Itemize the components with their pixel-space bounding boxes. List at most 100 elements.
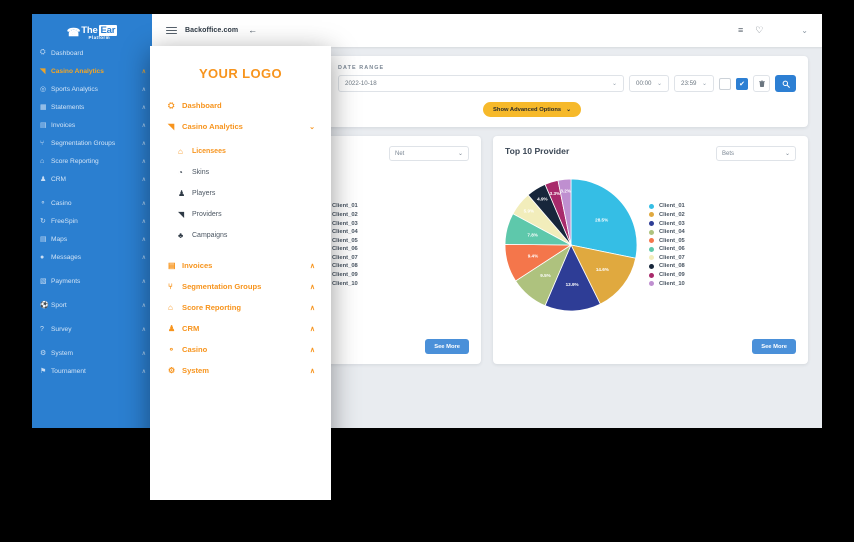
overlay-menu-item-providers[interactable]: ◥ Providers xyxy=(150,204,331,225)
search-button[interactable] xyxy=(775,75,796,92)
overlay-menu-item-casino[interactable]: ⚬ Casino ∧ xyxy=(150,339,331,360)
sidebar-item-label: Maps xyxy=(51,235,68,243)
users-icon: ♟ xyxy=(168,324,176,333)
overlay-menu-item-dashboard[interactable]: ⛭ Dashboard xyxy=(150,95,331,116)
legend-item[interactable]: Client_05 xyxy=(649,238,685,244)
flag-icon: ⚑ xyxy=(40,368,47,375)
sidebar-item-tournament[interactable]: ⚑ Tournament ∧ xyxy=(32,362,152,380)
sidebar-item-label: FreeSpin xyxy=(51,217,78,225)
gift-icon: ♣ xyxy=(178,231,184,240)
overlay-logo: YOUR LOGO xyxy=(198,66,283,81)
back-arrow-icon[interactable]: ← xyxy=(248,26,257,35)
sidebar-item-label: CRM xyxy=(51,175,67,183)
show-advanced-options-button[interactable]: Show Advanced Options ⌄ xyxy=(483,102,581,117)
chevron-down-icon: ⌄ xyxy=(656,81,662,87)
sidebar-nav-list: ⛭ Dashboard ◥ Casino Analytics ∧ ◎ Sports Anal… xyxy=(32,44,152,380)
legend-item[interactable]: Client_01 xyxy=(649,203,685,209)
chevron-up-icon: ∧ xyxy=(141,278,146,285)
legend-label: Client_05 xyxy=(659,237,685,244)
chevron-icon: ∧ xyxy=(309,346,315,354)
sidebar-item-dashboard[interactable]: ⛭ Dashboard xyxy=(32,44,152,62)
legend-item[interactable]: Client_04 xyxy=(649,229,685,235)
overlay-menu-item-label: Casino Analytics xyxy=(182,122,243,131)
sidebar-item-label: Casino Analytics xyxy=(51,67,104,75)
overlay-menu-item-system[interactable]: ⚙ System ∧ xyxy=(150,360,331,381)
legend-item[interactable]: Client_06 xyxy=(649,246,685,252)
sidebar-item-survey[interactable]: ? Survey ∧ xyxy=(32,320,152,338)
overlay-menu-item-crm[interactable]: ♟ CRM ∧ xyxy=(150,318,331,339)
chevron-up-icon: ∧ xyxy=(141,326,146,333)
overlay-menu-item-licensees[interactable]: ⌂ Licensees xyxy=(150,141,331,162)
sidebar-item-statements[interactable]: ▦ Statements ∧ xyxy=(32,98,152,116)
sidebar-item-casino-analytics[interactable]: ◥ Casino Analytics ∧ xyxy=(32,62,152,80)
top-bar: Backoffice.com ← ≡ ♡ ⌄ xyxy=(152,14,822,47)
chart-metric-select[interactable]: Bets ⌄ xyxy=(716,146,796,161)
sidebar-item-label: Segmentation Groups xyxy=(51,139,116,147)
legend-item[interactable]: Client_09 xyxy=(649,272,685,278)
favorite-heart-icon[interactable]: ♡ xyxy=(755,26,763,35)
pie-slice-label: 3.2% xyxy=(560,189,570,194)
time-to-value: 23:59 xyxy=(681,80,697,87)
chart-metric-select[interactable]: Net ⌄ xyxy=(389,146,469,161)
document-icon: ▤ xyxy=(168,261,176,270)
sidebar-item-score-reporting[interactable]: ⌂ Score Reporting ∧ xyxy=(32,152,152,170)
menu-toggle-icon[interactable] xyxy=(166,26,177,35)
gears-icon: ⚙ xyxy=(40,350,47,357)
legend-item[interactable]: Client_10 xyxy=(649,281,685,287)
grid-icon: ▦ xyxy=(40,104,47,111)
legend-color-swatch xyxy=(649,212,654,218)
overlay-menu-item-label: Casino xyxy=(182,345,208,354)
overlay-menu-item-casino-analytics[interactable]: ◥ Casino Analytics ⌄ xyxy=(150,116,331,137)
time-to-select[interactable]: 23:59 ⌄ xyxy=(674,75,714,92)
overlay-menu-item-invoices[interactable]: ▤ Invoices ∧ xyxy=(150,255,331,276)
sidebar-item-payments[interactable]: ▧ Payments ∧ xyxy=(32,272,152,290)
delete-trash-icon-button[interactable] xyxy=(753,75,770,92)
overlay-menu-item-skins[interactable]: ◔ Skins xyxy=(150,162,331,183)
legend-label: Client_03 xyxy=(332,220,358,227)
chevron-icon: ⌄ xyxy=(309,123,315,131)
sidebar-item-segmentation-groups[interactable]: ⑂ Segmentation Groups ∧ xyxy=(32,134,152,152)
see-more-button[interactable]: See More xyxy=(752,339,796,354)
legend-item[interactable]: Client_07 xyxy=(649,255,685,261)
legend-item[interactable]: Client_03 xyxy=(649,221,685,227)
filter-checkbox-unchecked[interactable] xyxy=(719,77,731,90)
see-more-button[interactable]: See More xyxy=(425,339,469,354)
users-icon: ♟ xyxy=(40,176,47,183)
filter-checkbox-checked[interactable]: ✔ xyxy=(736,77,748,90)
overlay-menu-item-label: System xyxy=(182,366,210,375)
pie-slice-label: 4.9% xyxy=(537,197,547,202)
pie-chart: 28.5% 14.6% 13.9% 9.5% 9.4% 7.8% 5.9% 4.9%3.3% 3… xyxy=(505,179,637,311)
chevron-up-icon: ∧ xyxy=(141,104,146,111)
overlay-menu-item-campaigns[interactable]: ♣ Campaigns xyxy=(150,225,331,246)
sidebar-item-system[interactable]: ⚙ System ∧ xyxy=(32,344,152,362)
sidebar-logo[interactable]: ☎ The Ear Platform xyxy=(32,14,152,44)
pie-slice-label: 5.9% xyxy=(524,209,534,214)
dice-icon: ⚬ xyxy=(40,200,46,207)
chart-body: 28.5% 14.6% 13.9% 9.5% 9.4% 7.8% 5.9% 4.9% 3.3% 3… xyxy=(505,165,796,325)
user-menu-chevron-down-icon[interactable]: ⌄ xyxy=(801,26,808,35)
sidebar-item-freespin[interactable]: ↻ FreeSpin ∧ xyxy=(32,212,152,230)
legend-item[interactable]: Client_02 xyxy=(649,212,685,218)
sidebar-item-casino[interactable]: ⚬ Casino ∧ xyxy=(32,194,152,212)
sidebar-item-sports-analytics[interactable]: ◎ Sports Analytics ∧ xyxy=(32,80,152,98)
sidebar-item-label: Invoices xyxy=(51,121,76,129)
list-icon[interactable]: ≡ xyxy=(738,26,743,35)
pie-slice-label: 28.5% xyxy=(595,218,608,223)
sidebar-item-maps[interactable]: ▤ Maps ∧ xyxy=(32,230,152,248)
daterange-input[interactable]: 2022-10-18 ⌄ xyxy=(338,75,624,92)
overlay-menu-item-segmentation-groups[interactable]: ⑂ Segmentation Groups ∧ xyxy=(150,276,331,297)
legend-label: Client_05 xyxy=(332,237,358,244)
daterange-controls: 2022-10-18 ⌄ 00:00 ⌄ 23:59 ⌄ ✔ xyxy=(338,75,796,92)
sidebar-item-messages[interactable]: ● Messages ∧ xyxy=(32,248,152,266)
sidebar-item-invoices[interactable]: ▤ Invoices ∧ xyxy=(32,116,152,134)
overlay-menu-item-label: Dashboard xyxy=(182,101,222,110)
chevron-down-icon: ⌄ xyxy=(566,106,571,113)
overlay-menu-item-players[interactable]: ♟ Players xyxy=(150,183,331,204)
overlay-menu-item-score-reporting[interactable]: ⌂ Score Reporting ∧ xyxy=(150,297,331,318)
legend-item[interactable]: Client_08 xyxy=(649,263,685,269)
chart-metric-value: Bets xyxy=(722,150,735,157)
sidebar-item-crm[interactable]: ♟ CRM ∧ xyxy=(32,170,152,188)
time-from-select[interactable]: 00:00 ⌄ xyxy=(629,75,669,92)
sidebar-item-sport[interactable]: ⚽ Sport ∧ xyxy=(32,296,152,314)
legend-label: Client_02 xyxy=(332,211,358,218)
